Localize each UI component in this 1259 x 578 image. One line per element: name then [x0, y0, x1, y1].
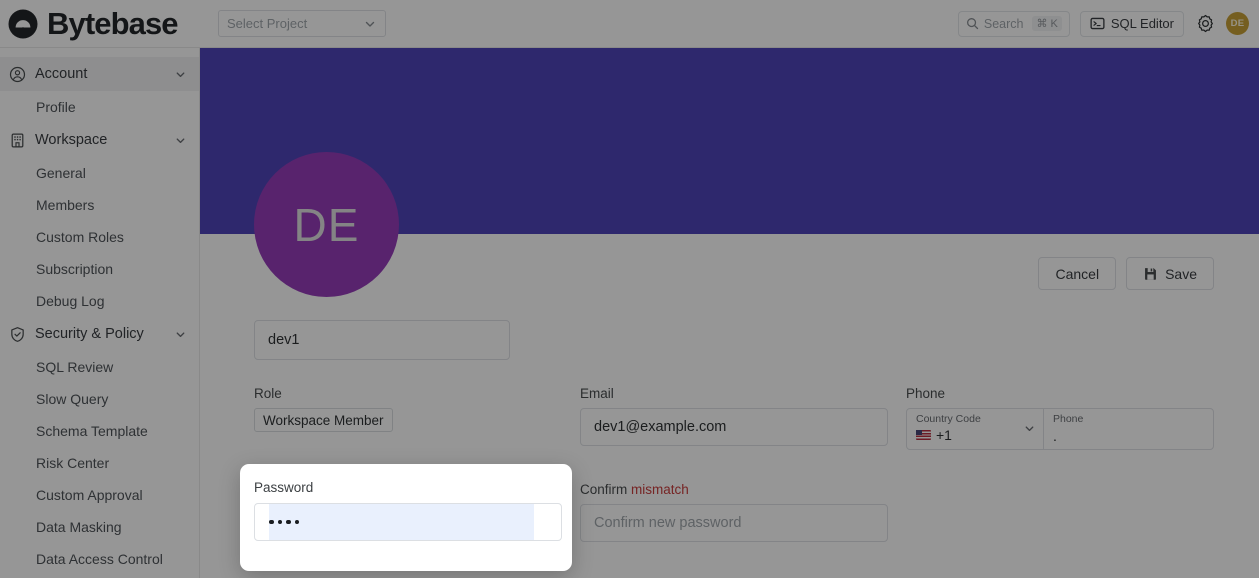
password-autofill-highlight [269, 504, 534, 540]
password-focus-card: Password [240, 464, 572, 571]
password-label: Password [254, 480, 314, 495]
password-masked-value [269, 504, 299, 540]
modal-dim-overlay[interactable] [0, 0, 1259, 578]
password-input[interactable] [254, 503, 562, 541]
app-root: Bytebase Select Project Search ⌘ K SQL E… [0, 0, 1259, 578]
